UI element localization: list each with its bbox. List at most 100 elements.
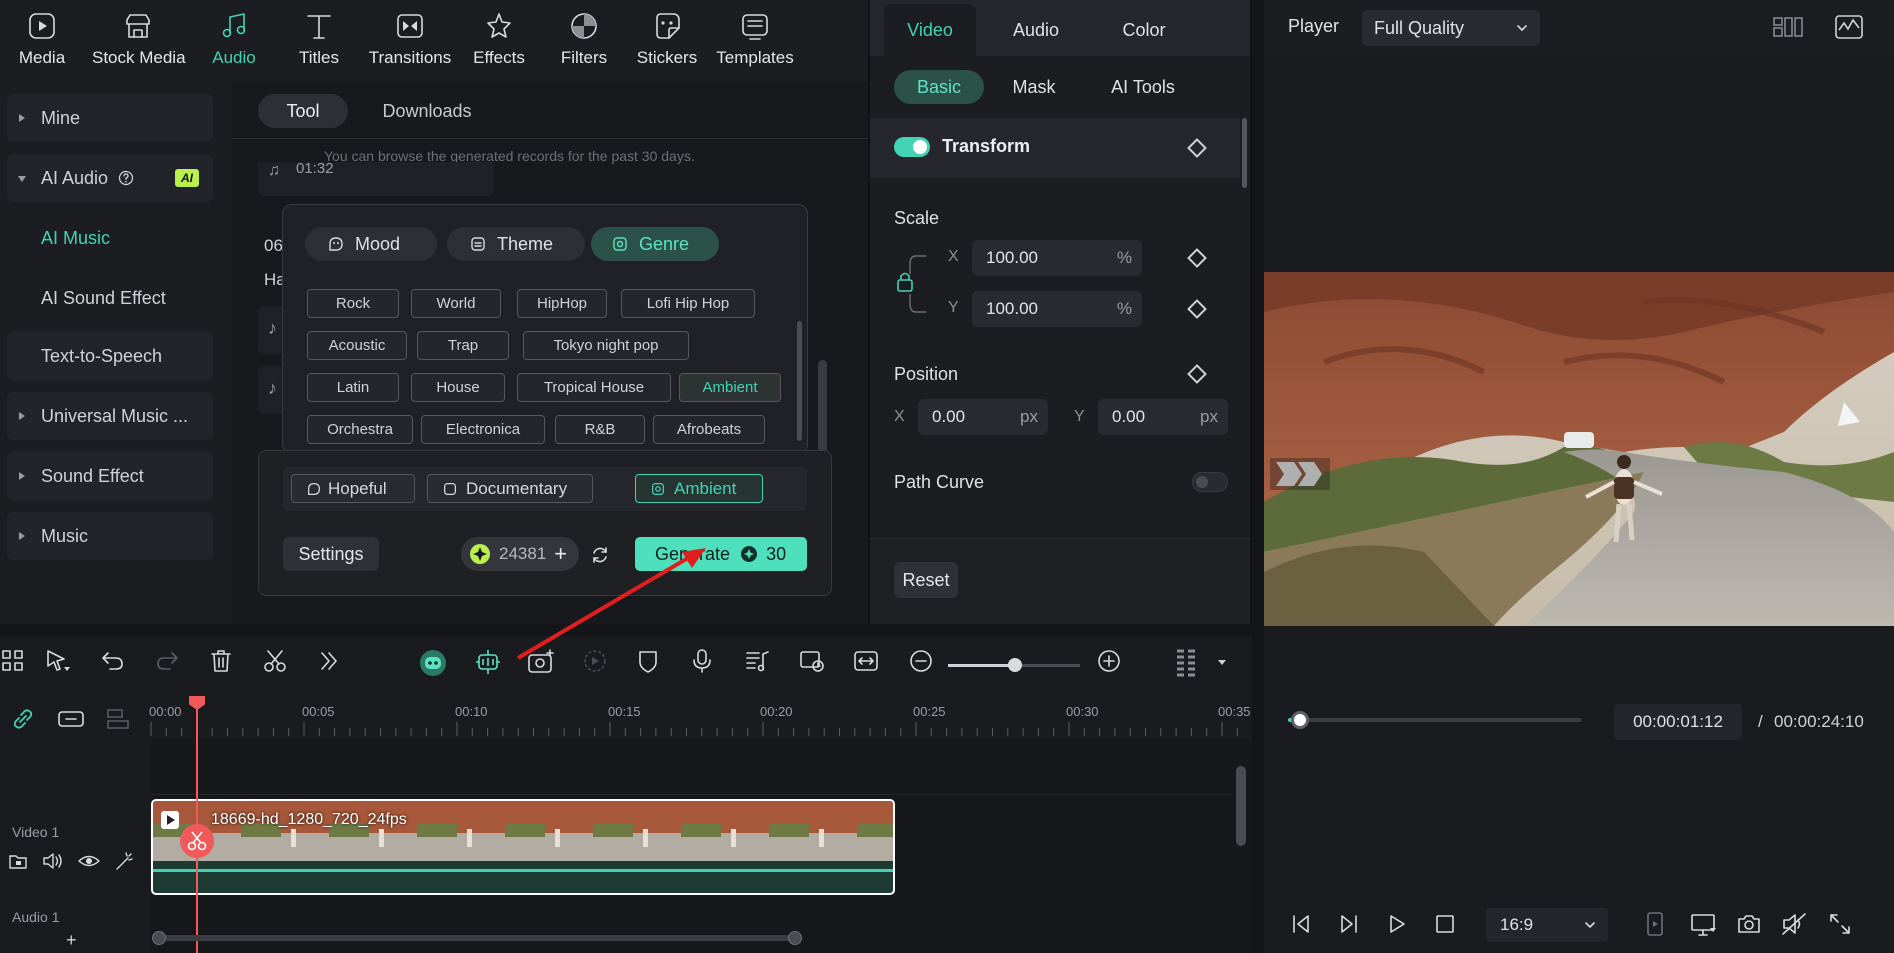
audio-mix-icon[interactable] [744,648,770,674]
tab-transitions[interactable]: Transitions [364,6,456,72]
auto-reframe-icon[interactable] [582,648,608,674]
reset-button[interactable]: Reset [894,562,958,598]
genre-tag-selected[interactable]: Ambient [679,373,781,402]
category-genre[interactable]: Genre [591,227,719,261]
waveform-monitor-icon[interactable] [1834,14,1864,40]
shield-mark-icon[interactable] [636,648,660,674]
fit-width-icon[interactable] [852,648,880,674]
video-preview[interactable] [1264,272,1894,626]
folder-lock-icon[interactable] [8,852,28,870]
genre-tag[interactable]: Rock [307,289,399,318]
keyframe-diamond-icon[interactable] [1187,299,1207,319]
sidebar-item-sound-effect[interactable]: Sound Effect [7,452,213,500]
screen-record-icon[interactable] [798,648,826,674]
ai-copilot-icon[interactable] [418,648,448,678]
timeline-vertical-scrollbar[interactable] [1236,766,1246,846]
tab-effects[interactable]: Effects [453,6,545,72]
more-tools-chevron-icon[interactable] [316,648,342,674]
previous-frame-icon[interactable] [1290,913,1312,935]
redo-icon[interactable] [154,648,180,674]
next-frame-icon[interactable] [1338,913,1360,935]
genre-tag[interactable]: Acoustic [307,331,407,360]
sidebar-item-music[interactable]: Music [7,512,213,560]
tab-audio-props[interactable]: Audio [990,4,1082,56]
microphone-icon[interactable] [690,648,714,674]
tab-titles[interactable]: Titles [273,6,365,72]
select-cursor-icon[interactable] [44,648,72,674]
position-x-input[interactable]: 0.00 px [918,399,1048,435]
phone-preview-icon[interactable] [1644,911,1666,937]
help-icon[interactable] [118,170,134,186]
subtab-mask[interactable]: Mask [994,70,1074,104]
play-icon[interactable] [1386,913,1408,935]
selected-tag-hopeful[interactable]: Hopeful [291,474,415,503]
playhead-split-button[interactable] [180,824,214,858]
generate-button[interactable]: Generate 30 [635,537,807,571]
audio-mute-icon[interactable] [1780,912,1808,936]
subtab-ai-tools[interactable]: AI Tools [1090,70,1196,104]
undo-icon[interactable] [100,648,126,674]
sidebar-item-universal-music[interactable]: Universal Music ... [7,392,213,440]
genre-tag[interactable]: House [411,373,505,402]
genre-tag[interactable]: World [411,289,501,318]
grid-view-icon[interactable] [1772,16,1804,38]
history-record-card[interactable]: ♫ 01:32 [258,160,494,196]
timeline-horizontal-scrollbar[interactable] [152,931,802,945]
tab-stickers[interactable]: Stickers [621,6,713,72]
genre-tag[interactable]: Lofi Hip Hop [621,289,755,318]
eye-visibility-icon[interactable] [78,852,100,870]
stop-icon[interactable] [1434,913,1456,935]
ai-motion-tracking-icon[interactable] [474,648,502,676]
zoom-out-icon[interactable] [908,648,934,674]
credits-badge[interactable]: 24381 + [461,537,579,571]
sidebar-item-text-to-speech[interactable]: Text-to-Speech [7,332,213,380]
magic-wand-icon[interactable] [114,851,136,871]
track-density-icon[interactable] [1174,648,1198,678]
zoom-slider-handle[interactable] [1008,658,1022,672]
tab-downloads[interactable]: Downloads [372,94,482,128]
position-y-input[interactable]: 0.00 px [1098,399,1228,435]
tab-tool[interactable]: Tool [258,94,348,128]
tab-filters[interactable]: Filters [538,6,630,72]
aspect-ratio-select[interactable]: 16:9 [1486,908,1608,942]
zoom-in-icon[interactable] [1096,648,1122,674]
snapshot-camera-icon[interactable] [1736,912,1762,936]
scale-x-input[interactable]: 100.00% [972,240,1142,276]
genre-tag[interactable]: Electronica [421,415,545,444]
playback-scrubber-handle[interactable] [1290,711,1309,729]
speaker-icon[interactable] [42,852,64,870]
quality-select[interactable]: Full Quality [1362,10,1540,46]
sidebar-item-ai-sound-effect[interactable]: AI Sound Effect [7,274,213,322]
sidebar-item-ai-audio[interactable]: AI Audio AI [7,154,213,202]
subtab-basic[interactable]: Basic [894,70,984,104]
keyframe-diamond-icon[interactable] [1187,364,1207,384]
genre-tag[interactable]: Tropical House [517,373,671,402]
genre-tag[interactable]: Trap [417,331,509,360]
add-credits-icon[interactable]: + [554,543,567,565]
genre-tag[interactable]: Orchestra [307,415,413,444]
video-clip[interactable]: 18669-hd_1280_720_24fps [151,799,895,895]
keyframe-diamond-icon[interactable] [1187,248,1207,268]
link-icon[interactable] [10,706,36,732]
popup-scrollbar[interactable] [797,321,802,441]
current-time-display[interactable]: 00:00:01:12 [1614,704,1742,740]
add-track-button[interactable]: + [66,930,77,951]
fullscreen-icon[interactable] [1828,912,1852,936]
layout-grid-icon[interactable] [0,648,26,674]
category-mood[interactable]: Mood [305,227,437,261]
sidebar-item-mine[interactable]: Mine [7,94,213,142]
scrollbar-left-handle[interactable] [152,931,166,945]
group-link-icon[interactable] [56,706,86,732]
tab-audio[interactable]: Audio [188,6,280,72]
display-settings-icon[interactable] [1690,913,1718,937]
caret-down-icon[interactable] [1216,658,1228,668]
track-manager-icon[interactable] [104,706,132,732]
lock-ratio-icon[interactable] [894,252,934,316]
delete-trash-icon[interactable] [208,648,234,674]
genre-tag[interactable]: Afrobeats [653,415,765,444]
selected-tag-ambient[interactable]: Ambient [635,474,763,503]
zoom-slider-track[interactable] [948,658,1080,672]
refresh-icon[interactable] [590,545,610,565]
genre-tag[interactable]: Latin [307,373,399,402]
settings-button[interactable]: Settings [283,537,379,571]
